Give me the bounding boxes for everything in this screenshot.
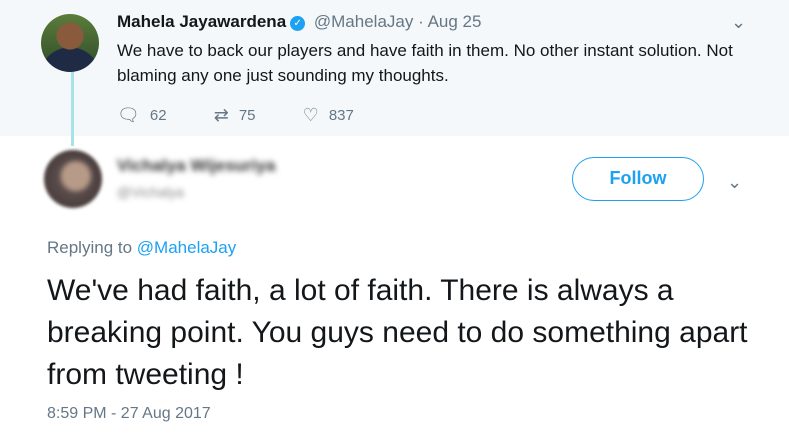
parent-tweet[interactable]: Mahela Jayawardena ✓ @MahelaJay · Aug 25 … bbox=[0, 0, 789, 136]
replying-to-mention[interactable]: @MahelaJay bbox=[137, 238, 236, 257]
like-button[interactable]: ♡ 837 bbox=[303, 105, 354, 126]
separator-dot: · bbox=[418, 12, 424, 31]
thread-line bbox=[71, 72, 74, 146]
tweet-actions: 🗨 62 ⇄ 75 ♡ 837 bbox=[117, 105, 397, 126]
retweet-count: 75 bbox=[238, 107, 256, 124]
parent-tweet-header: Mahela Jayawardena ✓ @MahelaJay · Aug 25 bbox=[117, 12, 481, 32]
replying-to: Replying to @MahelaJay bbox=[47, 238, 236, 258]
avatar[interactable] bbox=[41, 14, 99, 72]
reply-author-name[interactable]: Vichalya Wijesuriya bbox=[117, 156, 275, 176]
retweet-icon: ⇄ bbox=[213, 105, 229, 125]
retweet-button[interactable]: ⇄ 75 bbox=[214, 105, 256, 126]
reply-button[interactable]: 🗨 62 bbox=[117, 105, 167, 126]
tweet-timestamp[interactable]: 8:59 PM - 27 Aug 2017 bbox=[47, 405, 211, 423]
follow-button[interactable]: Follow bbox=[572, 157, 704, 201]
parent-tweet-text: We have to back our players and have fai… bbox=[117, 41, 733, 85]
verified-badge-icon: ✓ bbox=[290, 16, 306, 31]
author-handle[interactable]: @MahelaJay bbox=[314, 12, 413, 31]
like-count: 837 bbox=[328, 107, 354, 124]
chevron-down-icon[interactable]: ⌄ bbox=[727, 172, 742, 193]
tweet-date[interactable]: Aug 25 bbox=[428, 12, 482, 31]
reply-count: 62 bbox=[149, 107, 167, 124]
author-name[interactable]: Mahela Jayawardena bbox=[117, 12, 286, 31]
reply-avatar[interactable] bbox=[44, 150, 102, 208]
reply-tweet-text: We've had faith, a lot of faith. There i… bbox=[47, 274, 748, 391]
reply-icon: 🗨 bbox=[117, 105, 140, 125]
chevron-down-icon[interactable]: ⌄ bbox=[731, 12, 746, 33]
heart-icon: ♡ bbox=[302, 105, 319, 125]
replying-to-label: Replying to bbox=[47, 238, 137, 257]
reply-author-handle[interactable]: @Vichalya bbox=[117, 184, 184, 200]
